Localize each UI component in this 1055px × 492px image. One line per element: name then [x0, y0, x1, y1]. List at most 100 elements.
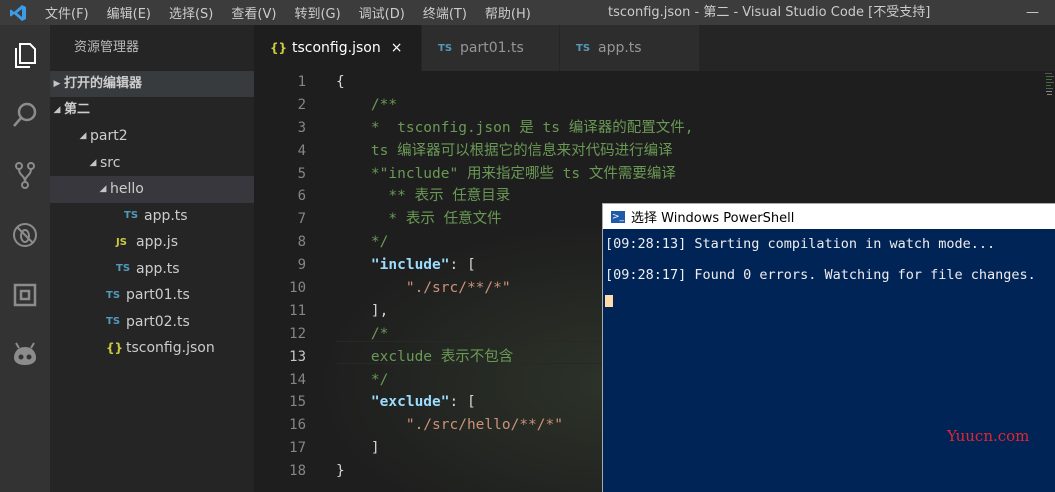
code-token: */: [336, 371, 389, 388]
activity-bar: [0, 25, 50, 492]
explorer-icon[interactable]: [0, 25, 50, 85]
line-number: 18: [289, 463, 306, 480]
code-token: * 表示 任意文件: [336, 211, 502, 228]
code-token: }: [336, 463, 345, 480]
json-file-icon: {}: [106, 341, 124, 356]
tree-item-label: part2: [90, 128, 128, 145]
tree-item[interactable]: JS app.js: [50, 229, 254, 256]
powershell-console[interactable]: [09:28:13] Starting compilation in watch…: [603, 229, 1055, 307]
tree-item[interactable]: ◢ src: [50, 150, 254, 177]
menu-item[interactable]: 选择(S): [160, 3, 222, 22]
code-token: "exclude": [336, 394, 450, 411]
tree-item[interactable]: TS part01.ts: [50, 282, 254, 309]
line-number: 7: [297, 211, 306, 228]
line-number: 9: [297, 257, 306, 274]
code-token: ],: [336, 302, 389, 319]
console-cursor: [605, 295, 613, 307]
tree-item-label: app.ts: [144, 207, 188, 224]
code-token: : [: [449, 394, 476, 411]
title-bar: 文件(F) 编辑(E) 选择(S) 查看(V) 转到(G) 调试(D) 终端(T) 帮助(H)…: [0, 0, 1055, 25]
tree-item[interactable]: ◢ part2: [50, 123, 254, 150]
code-token: ]: [336, 440, 380, 457]
code-line: {: [336, 71, 693, 94]
extensions-icon[interactable]: [0, 265, 50, 325]
debug-icon[interactable]: [0, 205, 50, 265]
tree-item[interactable]: TS app.ts: [50, 203, 254, 230]
editor-tab[interactable]: TS part01.ts: [422, 25, 560, 71]
sidebar-title: 资源管理器: [74, 40, 140, 55]
menu-item[interactable]: 帮助(H): [476, 3, 540, 22]
tree-item-label: src: [100, 154, 121, 171]
code-line: ts 编译器可以根据它的信息来对代码进行编译: [336, 140, 693, 163]
js-file-icon: JS: [116, 236, 127, 248]
code-token: /*: [336, 325, 389, 342]
code-token: ** 表示 任意目录: [336, 188, 511, 205]
tree-item[interactable]: {} tsconfig.json: [50, 335, 254, 362]
menu-item[interactable]: 编辑(E): [98, 3, 160, 22]
ts-file-icon: TS: [106, 316, 121, 328]
code-token: /**: [336, 96, 398, 113]
ts-file-icon: TS: [116, 263, 131, 275]
json-file-icon: {}: [270, 41, 288, 55]
line-number: 15: [289, 394, 306, 411]
menu-item[interactable]: 文件(F): [36, 3, 98, 22]
tab-label: tsconfig.json: [292, 40, 381, 56]
source-control-icon[interactable]: [0, 145, 50, 205]
menu-item[interactable]: 调试(D): [350, 3, 414, 22]
line-number: 16: [289, 417, 306, 434]
file-tree: ◢ part2 ◢ src ◢ hello TS app.ts JS app.js TS app.ts…: [50, 123, 254, 362]
line-number: 12: [289, 325, 306, 342]
minimap[interactable]: [1044, 71, 1055, 111]
code-token: ts 编译器可以根据它的信息来对代码进行编译: [336, 142, 673, 159]
tree-item-label: part02.ts: [126, 313, 190, 330]
line-number: 17: [289, 440, 306, 457]
code-line: /**: [336, 94, 693, 117]
editor-tab[interactable]: {} tsconfig.json ×: [254, 25, 422, 71]
line-number-gutter: 1 2 3 4 5 6 7 8 9 10 11 12 13 14 15 16 17 18: [254, 71, 324, 483]
code-line: * tsconfig.json 是 ts 编译器的配置文件,: [336, 117, 694, 140]
menu-item[interactable]: 终端(T): [414, 3, 476, 22]
vscode-logo-icon: [0, 0, 36, 25]
tree-item[interactable]: TS part02.ts: [50, 309, 254, 336]
code-token: "include": [336, 257, 450, 274]
window-title: tsconfig.json - 第二 - Visual Studio Code …: [608, 5, 931, 20]
open-editors-label: 打开的编辑器: [64, 76, 143, 91]
workspace-section[interactable]: ◢ 第二: [50, 97, 254, 123]
line-number: 10: [289, 280, 306, 297]
search-icon[interactable]: [0, 85, 50, 145]
code-token: {: [336, 74, 345, 90]
tree-item-label: hello: [110, 181, 144, 198]
editor-tab[interactable]: TS app.ts: [560, 25, 700, 71]
workspace-label: 第二: [64, 102, 91, 117]
code-token: *"include" 用来指定哪些 ts 文件需要编译: [336, 165, 676, 182]
explorer-sidebar: 资源管理器 ▶ 打开的编辑器 ◢ 第二 ◢ part2 ◢ src ◢ hello TS ap…: [50, 25, 254, 492]
code-token: exclude 表示不包含: [336, 348, 514, 365]
alien-extension-icon[interactable]: [0, 325, 50, 385]
menu-item[interactable]: 查看(V): [222, 3, 285, 22]
console-line: [09:28:13] Starting compilation in watch…: [605, 236, 996, 252]
line-number: 4: [297, 142, 306, 159]
ts-file-icon: TS: [106, 289, 121, 301]
tree-item-label: app.ts: [136, 260, 180, 277]
powershell-title: 选择 Windows PowerShell: [631, 211, 795, 226]
watermark-text: Yuucn.com: [947, 427, 1030, 445]
powershell-icon: >_: [611, 210, 625, 223]
tree-item[interactable]: ◢ hello: [50, 176, 254, 203]
menu-bar: 文件(F) 编辑(E) 选择(S) 查看(V) 转到(G) 调试(D) 终端(T) 帮助(H): [36, 3, 540, 22]
powershell-title-bar[interactable]: >_ 选择 Windows PowerShell: [603, 204, 1055, 229]
tree-item-label: part01.ts: [126, 287, 190, 304]
line-number: 3: [297, 119, 306, 136]
code-line: *"include" 用来指定哪些 ts 文件需要编译: [336, 163, 693, 186]
line-number: 8: [297, 234, 306, 251]
tab-label: part01.ts: [460, 40, 524, 56]
close-icon[interactable]: ×: [391, 40, 403, 56]
minimize-button[interactable]: —: [1010, 0, 1055, 25]
code-token: * tsconfig.json 是 ts 编译器的配置文件,: [336, 119, 694, 136]
chevron-down-icon: ◢: [99, 184, 107, 195]
tree-item[interactable]: TS app.ts: [50, 256, 254, 283]
open-editors-section[interactable]: ▶ 打开的编辑器: [50, 71, 254, 97]
line-number: 5: [297, 165, 306, 182]
line-number: 13: [289, 348, 306, 365]
menu-item[interactable]: 转到(G): [285, 3, 349, 22]
powershell-window[interactable]: >_ 选择 Windows PowerShell [09:28:13] Star…: [602, 203, 1055, 492]
